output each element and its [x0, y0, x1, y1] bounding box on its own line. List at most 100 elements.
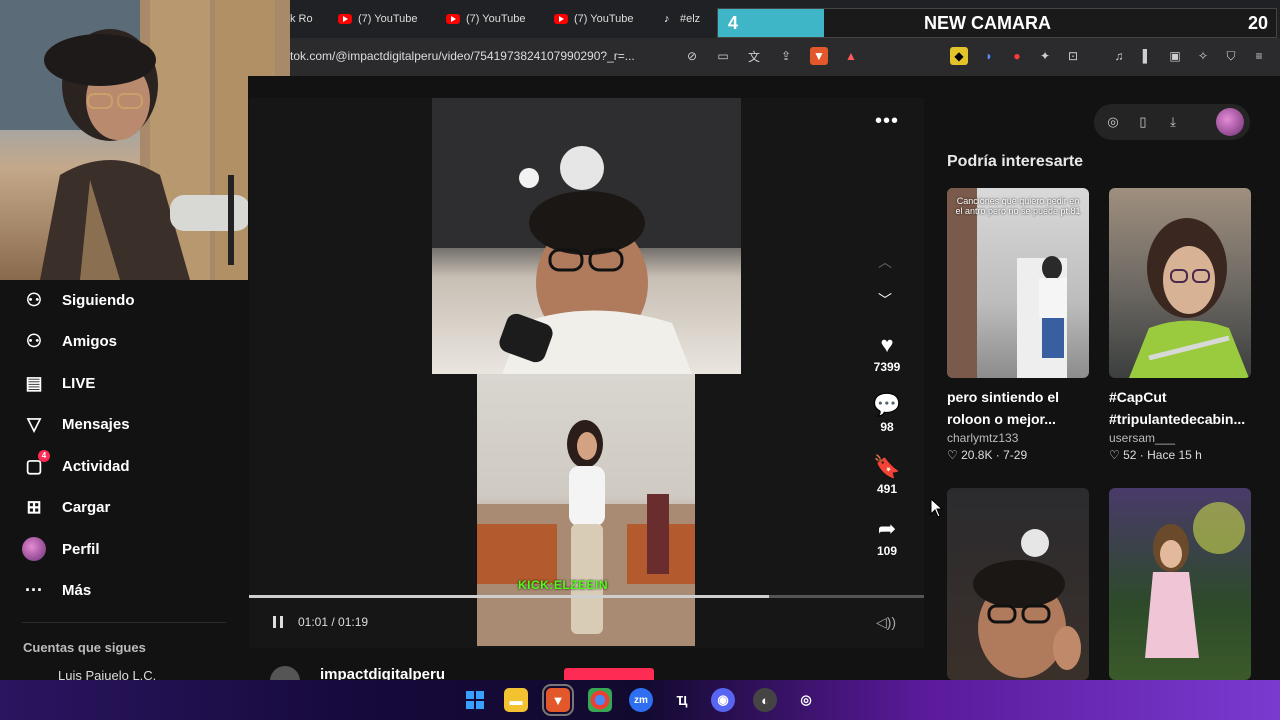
url-field[interactable]: tok.com/@impactdigitalperu/video/7541973… — [290, 49, 635, 63]
sidebar-item-activity[interactable]: ▢ 4 Actividad — [22, 450, 130, 481]
recommend-thumbnail[interactable]: Canciones que quiero pedir en el antro p… — [947, 188, 1089, 378]
tab[interactable]: (7) YouTube — [554, 8, 654, 30]
brave-shield-icon[interactable]: ▼ — [810, 47, 828, 65]
obs-icon[interactable]: ◐ — [753, 688, 777, 712]
file-explorer-icon[interactable]: ▬ — [504, 688, 528, 712]
extension-icon[interactable]: ◗ — [980, 47, 998, 65]
device-icon[interactable]: ▯ — [1134, 113, 1152, 131]
app-icon[interactable]: Ҵ — [670, 688, 694, 712]
leo-icon[interactable]: ✧ — [1194, 47, 1212, 65]
sidebar-item-upload[interactable]: ⊞ Cargar — [22, 492, 110, 522]
volume-icon[interactable]: ◁)) — [876, 614, 896, 631]
translate-icon[interactable]: 文 — [745, 47, 763, 65]
vpn-icon[interactable]: ⛉ — [1222, 47, 1240, 65]
media-icon[interactable]: ♫ — [1110, 47, 1128, 65]
kick-overlay-text: KICK:ELZEEIN — [518, 578, 608, 592]
recommend-thumbnail[interactable] — [947, 488, 1089, 680]
comment-button[interactable]: 💬 98 — [866, 392, 908, 434]
screenshot-icon[interactable]: ⊡ — [1064, 47, 1082, 65]
sidebar-item-friends[interactable]: ⚇ Amigos — [22, 326, 117, 356]
messages-icon: ▽ — [27, 413, 41, 434]
brave-rewards-icon[interactable]: ▲ — [842, 47, 860, 65]
camera-off-icon[interactable]: ⊘ — [683, 47, 701, 65]
recommend-card[interactable] — [947, 488, 1089, 680]
puzzle-icon[interactable]: ✦ — [1036, 47, 1054, 65]
share-count: 109 — [876, 544, 898, 558]
download-icon[interactable]: ⤓ — [1164, 113, 1182, 131]
zoom-icon[interactable]: zm — [629, 688, 653, 712]
streamer-image — [0, 0, 290, 280]
share-icon[interactable]: ⇪ — [777, 47, 795, 65]
sidebar-item-following[interactable]: ⚇ Siguiendo — [22, 285, 135, 315]
windows-start-icon[interactable] — [463, 688, 487, 712]
card-caption: #CapCut #tripulantedecabin... — [1109, 389, 1246, 427]
tab[interactable]: k Ro — [290, 8, 324, 30]
wallet-icon[interactable]: ▣ — [1166, 47, 1184, 65]
camera-app-icon[interactable]: ◎ — [794, 688, 818, 712]
card-meta: ♡ 52 · Hace 15 h — [1109, 448, 1202, 462]
menu-icon[interactable]: ≡ — [1250, 47, 1268, 65]
save-count: 491 — [876, 482, 898, 496]
like-count: 7399 — [873, 360, 901, 374]
chevron-up-icon[interactable]: ︿ — [878, 252, 892, 272]
sidebar-item-more[interactable]: ··· Más — [22, 575, 91, 605]
share-button[interactable]: ➦ 109 — [866, 516, 908, 558]
divider — [22, 622, 226, 623]
extension-icon[interactable]: ◆ — [950, 47, 968, 65]
overlay-title: NEW CAMARA — [924, 13, 1051, 33]
recommend-card[interactable] — [1109, 488, 1251, 680]
discord-icon[interactable]: ◉ — [711, 688, 735, 712]
sidebar-item-label: Más — [62, 581, 92, 599]
like-button[interactable]: ♥ 7399 — [866, 332, 908, 374]
cast-icon[interactable]: ▭ — [714, 47, 732, 65]
author-row[interactable]: impactdigitalperu — [270, 664, 560, 680]
tab[interactable]: (7) YouTube — [446, 8, 546, 30]
chevron-down-icon[interactable]: ﹀ — [878, 290, 892, 310]
author-avatar[interactable] — [270, 666, 300, 680]
author-name[interactable]: impactdigitalperu — [320, 666, 445, 680]
recommend-thumbnail[interactable] — [1109, 188, 1251, 378]
chrome-icon[interactable] — [588, 688, 612, 712]
follow-button[interactable] — [564, 668, 654, 680]
recommend-heading: Podría interesarte — [947, 153, 1084, 170]
video-frame-top — [432, 98, 741, 374]
youtube-icon — [338, 14, 352, 24]
youtube-icon — [446, 14, 460, 24]
tab[interactable]: ♪ #elz — [664, 8, 716, 30]
sidebar-icon[interactable]: ▌ — [1138, 47, 1156, 65]
sidebar-item-label: LIVE — [62, 374, 96, 392]
sidebar-item-live[interactable]: ▤ LIVE — [22, 368, 95, 398]
bookmark-icon: 🔖 — [873, 454, 901, 479]
tab[interactable]: (7) YouTube — [338, 8, 438, 30]
progress-fill — [249, 595, 769, 598]
followed-account-item[interactable]: Luis Paiuelo L.C. — [58, 668, 156, 680]
card-username[interactable]: usersam___ — [1109, 431, 1251, 445]
overlay-count: 20 — [1247, 13, 1268, 33]
sidebar-item-profile[interactable]: Perfil — [22, 534, 100, 564]
pause-icon[interactable] — [270, 614, 286, 630]
recommend-thumbnail[interactable] — [1109, 488, 1251, 680]
time-display: 01:01 / 01:19 — [298, 615, 369, 629]
heart-icon: ♥ — [880, 332, 894, 357]
activity-icon: ▢ 4 — [22, 450, 50, 478]
mouse-cursor-icon — [930, 498, 944, 518]
sidebar-item-label: Mensajes — [62, 415, 130, 433]
compass-icon[interactable]: ◎ — [1104, 113, 1122, 131]
address-bar: tok.com/@impactdigitalperu/video/7541973… — [290, 38, 1280, 76]
following-icon: ⚇ — [25, 289, 43, 310]
overlay-number: 4 — [728, 13, 739, 33]
save-button[interactable]: 🔖 491 — [866, 454, 908, 496]
brave-browser-icon[interactable]: ▼ — [542, 684, 574, 716]
card-username[interactable]: charlymtz133 — [947, 431, 1089, 445]
user-avatar[interactable] — [1216, 108, 1244, 136]
sidebar-item-label: Cargar — [62, 498, 111, 516]
recommend-card[interactable]: Canciones que quiero pedir en el antro p… — [947, 188, 1089, 462]
extension-icon[interactable]: ● — [1008, 47, 1026, 65]
recommend-card[interactable]: #CapCut #tripulantedecabin... usersam___… — [1109, 188, 1251, 462]
more-options-icon[interactable]: ••• — [875, 110, 899, 133]
sidebar-item-messages[interactable]: ▽ Mensajes — [22, 409, 130, 439]
video-frame-bottom — [477, 374, 695, 646]
progress-bar[interactable] — [249, 595, 924, 598]
sidebar-item-label: Actividad — [62, 457, 130, 475]
more-icon: ··· — [25, 579, 43, 600]
